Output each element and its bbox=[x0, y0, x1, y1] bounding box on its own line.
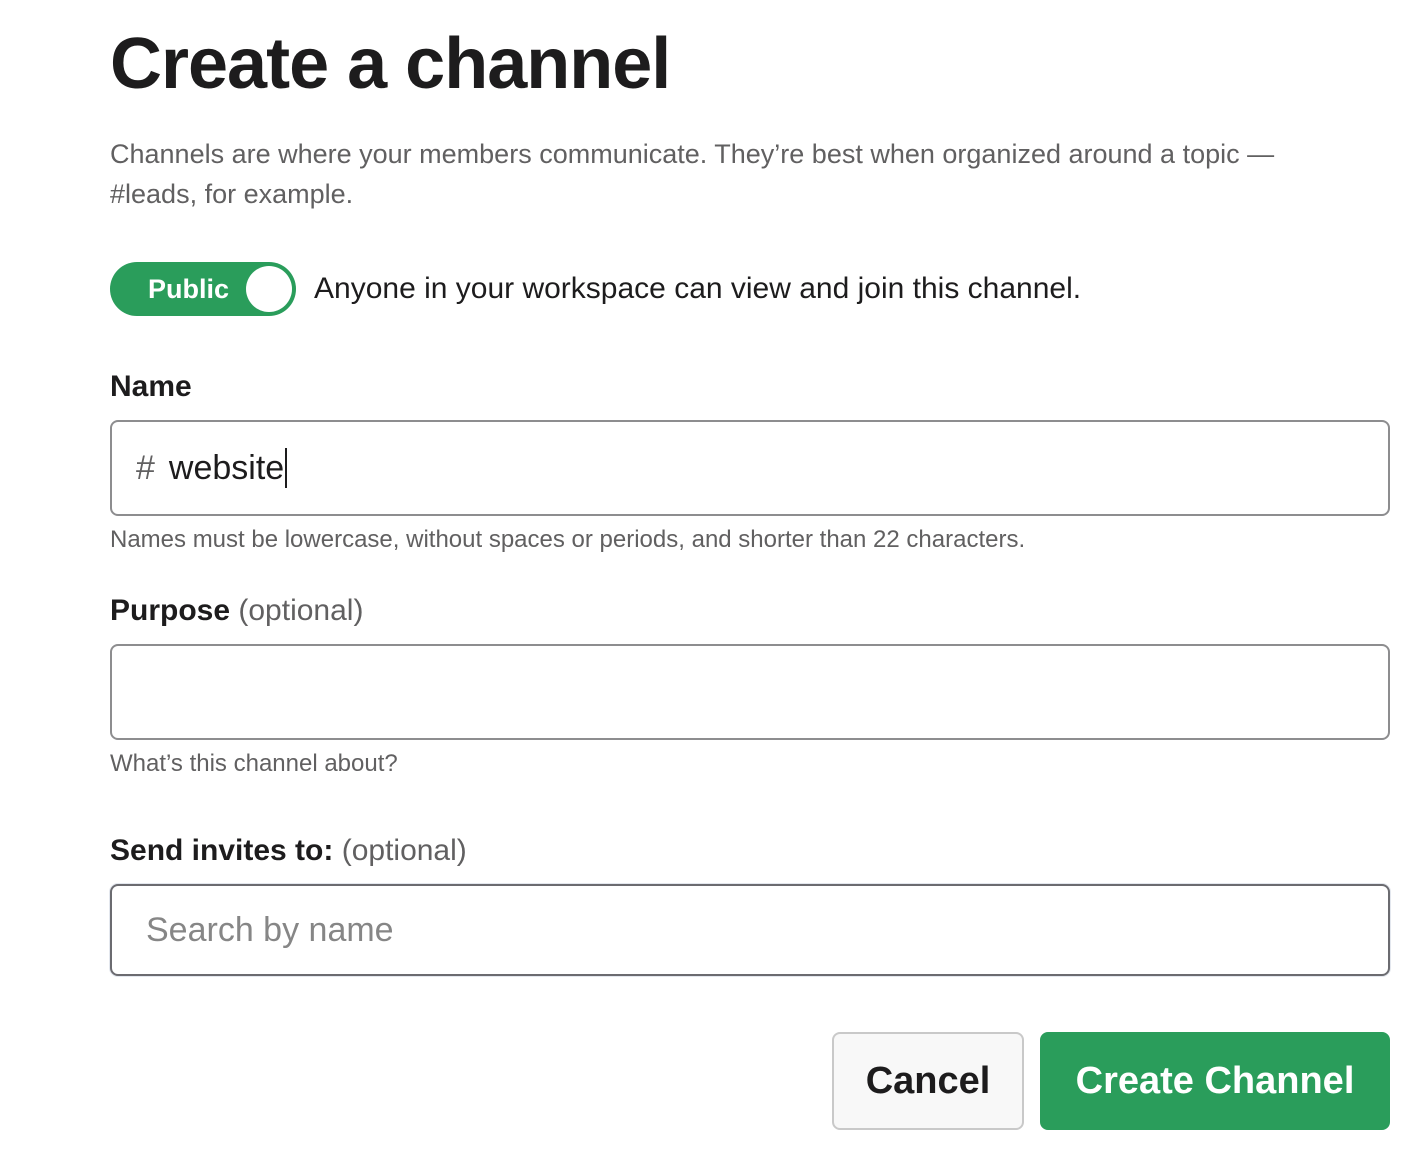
purpose-input[interactable] bbox=[110, 644, 1390, 740]
dialog-title: Create a channel bbox=[110, 24, 671, 104]
purpose-optional-text: (optional) bbox=[238, 594, 364, 627]
invite-search-box bbox=[110, 884, 1390, 976]
invite-label-text: Send invites to: bbox=[110, 834, 334, 867]
name-input[interactable]: # website bbox=[110, 420, 1390, 516]
invite-search-input[interactable] bbox=[144, 909, 1348, 951]
dialog-description: Channels are where your members communic… bbox=[110, 139, 1275, 209]
purpose-hint: What’s this channel about? bbox=[110, 750, 398, 777]
purpose-label: Purpose (optional) bbox=[110, 594, 363, 628]
invite-optional-text: (optional) bbox=[341, 834, 467, 867]
create-channel-button[interactable]: Create Channel bbox=[1040, 1032, 1390, 1130]
toggle-label: Public bbox=[148, 274, 230, 304]
invite-label: Send invites to: (optional) bbox=[110, 834, 467, 868]
name-hint: Names must be lowercase, without spaces … bbox=[110, 526, 1026, 553]
text-caret bbox=[285, 448, 288, 488]
name-label: Name bbox=[110, 370, 192, 404]
public-private-toggle[interactable]: Public bbox=[110, 262, 296, 316]
hash-icon: # bbox=[136, 448, 155, 487]
name-input-value: website bbox=[168, 448, 285, 487]
purpose-label-text: Purpose bbox=[110, 594, 231, 627]
visibility-row: Public Anyone in your workspace can view… bbox=[110, 262, 1081, 316]
visibility-description: Anyone in your workspace can view and jo… bbox=[314, 272, 1082, 305]
name-label-text: Name bbox=[110, 370, 192, 403]
toggle-knob bbox=[246, 266, 292, 312]
cancel-button[interactable]: Cancel bbox=[832, 1032, 1024, 1130]
